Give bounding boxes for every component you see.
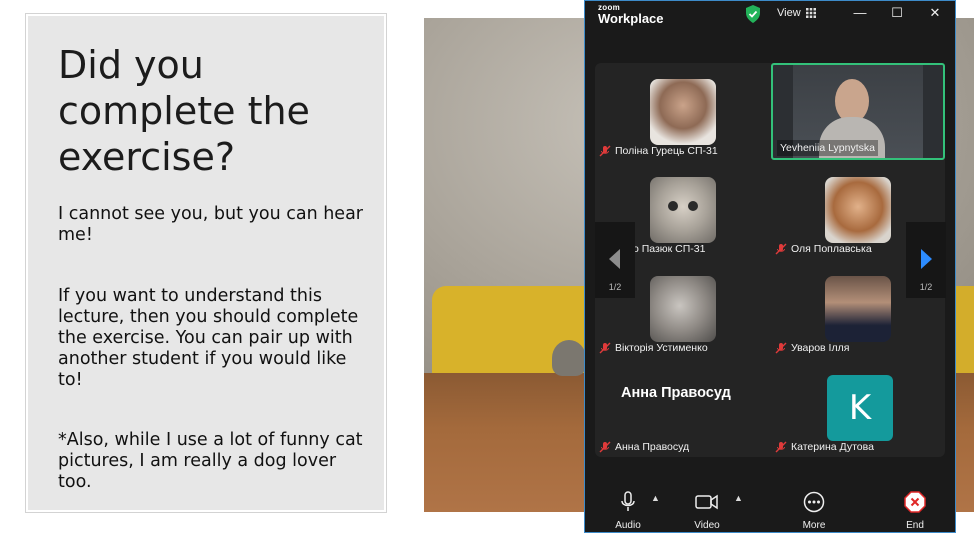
participant-tile-7[interactable]: Анна Правосуд Анна Правосуд (595, 359, 767, 455)
grid-view-icon[interactable] (806, 8, 816, 18)
slide-paragraph-2: If you want to understand this lecture, … (58, 286, 359, 390)
slide-paragraph-1: I cannot see you, but you can hear me! (58, 204, 363, 245)
mic-muted-icon (599, 441, 611, 453)
video-camera-icon (695, 494, 718, 510)
video-options-caret-icon[interactable]: ▲ (734, 493, 743, 503)
audio-label: Audio (615, 520, 641, 531)
shield-check-icon[interactable] (745, 5, 761, 23)
gallery-view: Поліна Гурець СП-31 Yevheniia Lypnytska … (595, 63, 945, 457)
meeting-toolbar: Audio ▲ Video ▲ More End (585, 485, 955, 532)
participant-photo (650, 79, 716, 145)
audio-options-caret-icon[interactable]: ▲ (651, 493, 660, 503)
photo-cat-paw (552, 340, 586, 376)
participant-photo (825, 276, 891, 342)
more-dots-icon (803, 491, 825, 513)
microphone-icon (621, 491, 635, 511)
more-button[interactable]: More (791, 491, 837, 531)
zoom-titlebar[interactable]: zoom Workplace View — ☐ ✕ (585, 1, 955, 31)
participant-display-name: Анна Правосуд (621, 385, 731, 401)
mic-muted-icon (775, 342, 787, 354)
next-page-button[interactable]: 1/2 (906, 222, 946, 298)
maximize-button[interactable]: ☐ (889, 5, 905, 21)
end-meeting-button[interactable]: End (892, 491, 938, 531)
participant-name: Уваров Ілля (791, 342, 850, 354)
photo-detail (668, 201, 678, 211)
more-label: More (802, 520, 826, 531)
end-call-icon (904, 491, 926, 513)
participant-name: Поліна Гурець СП-31 (615, 145, 718, 157)
participant-tile-8[interactable]: K Катерина Дутова (771, 359, 943, 455)
view-menu-label[interactable]: View (777, 7, 801, 19)
mic-muted-icon (599, 145, 611, 157)
participant-name: Оля Поплавська (791, 243, 872, 255)
mic-muted-icon (775, 243, 787, 255)
participant-name: Анна Правосуд (615, 441, 690, 453)
participant-photo (650, 276, 716, 342)
page-indicator-left: 1/2 (608, 282, 622, 292)
page-indicator-right: 1/2 (919, 282, 933, 292)
video-label: Video (694, 520, 720, 531)
mic-muted-icon (775, 441, 787, 453)
participant-tile-active-speaker[interactable]: Yevheniia Lypnytska (771, 63, 945, 160)
audio-button[interactable]: Audio (605, 491, 651, 531)
zoom-logo-workplace: Workplace (598, 11, 664, 26)
participant-name: Вікторія Устименко (615, 342, 708, 354)
participant-photo (825, 177, 891, 243)
slide-paragraph-3: *Also, while I use a lot of funny cat pi… (58, 430, 363, 492)
zoom-window[interactable]: zoom Workplace View — ☐ ✕ Поліна Гурець … (584, 0, 956, 533)
presentation-slide: Did you complete the exercise? I cannot … (25, 13, 387, 513)
video-button[interactable]: Video (684, 491, 730, 531)
participant-initial-avatar: K (827, 375, 893, 441)
participant-tile-1[interactable]: Поліна Гурець СП-31 (595, 63, 767, 159)
chevron-left-icon (609, 249, 620, 269)
participant-name: Yevheniia Lypnytska (780, 142, 875, 154)
previous-page-button[interactable]: 1/2 (595, 222, 635, 298)
photo-detail (688, 201, 698, 211)
participant-name: Катерина Дутова (791, 441, 874, 453)
minimize-button[interactable]: — (852, 5, 868, 21)
participant-photo (650, 177, 716, 243)
close-button[interactable]: ✕ (927, 5, 943, 21)
chevron-right-icon (921, 249, 932, 269)
slide-title: Did you complete the exercise? (58, 43, 310, 179)
mic-muted-icon (599, 342, 611, 354)
end-label: End (906, 520, 924, 531)
